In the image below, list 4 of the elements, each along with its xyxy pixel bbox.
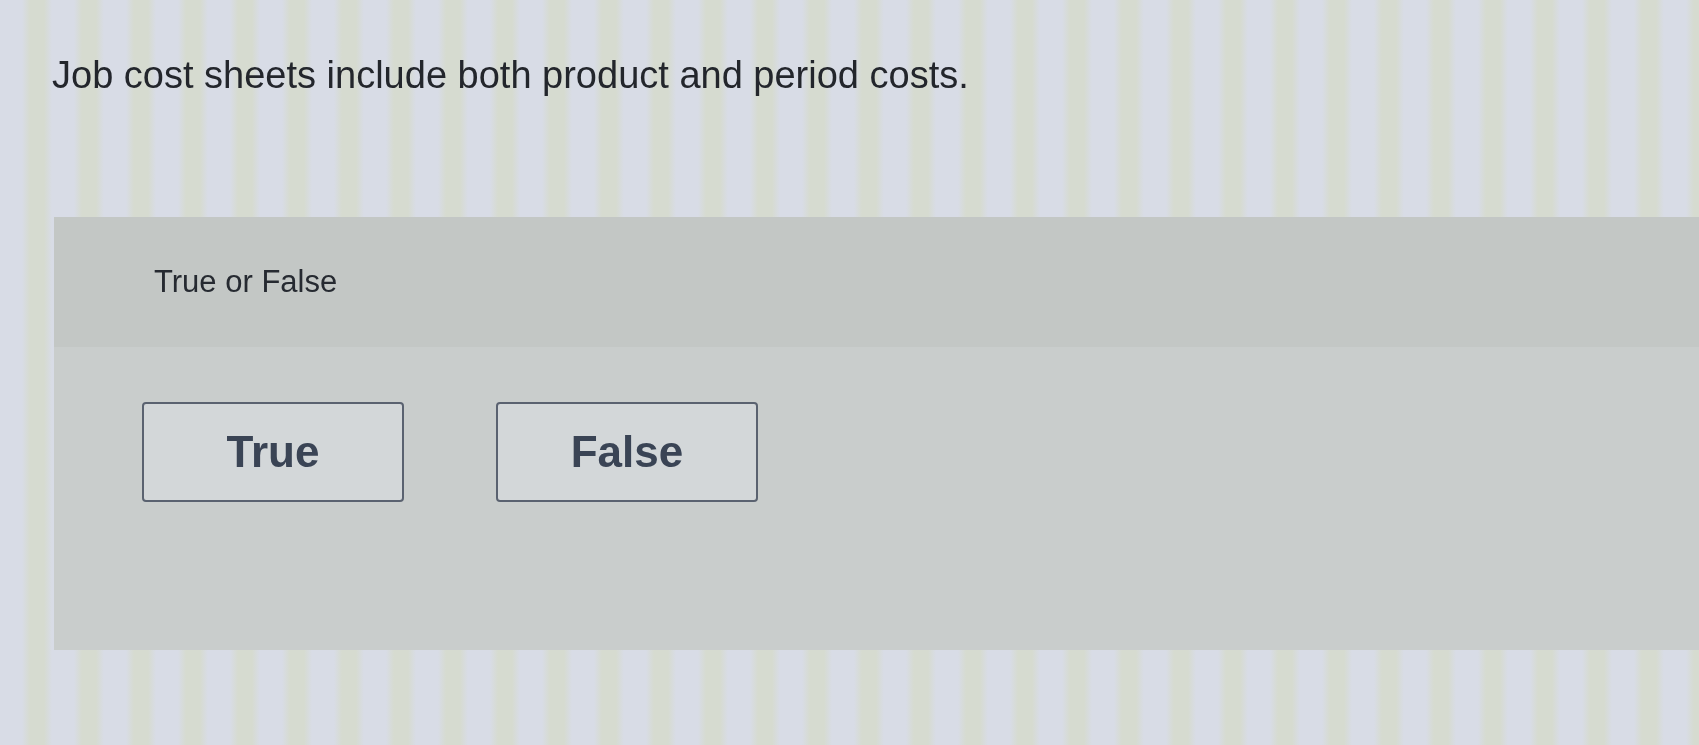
- answer-option-button[interactable]: False: [496, 402, 758, 502]
- answer-option-button[interactable]: True: [142, 402, 404, 502]
- prompt-text: True or False: [154, 264, 338, 300]
- question-text: Job cost sheets include both product and period costs.: [52, 53, 969, 98]
